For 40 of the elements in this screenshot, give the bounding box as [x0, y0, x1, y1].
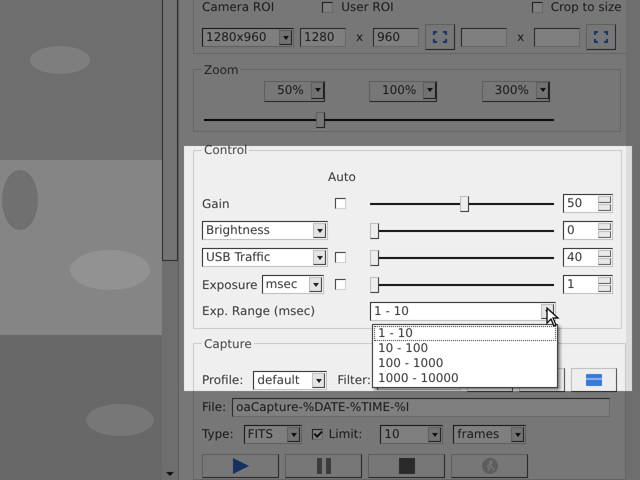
value-spinbox[interactable]: 1 — [563, 275, 613, 294]
unit-dropdown[interactable]: msec — [262, 275, 324, 294]
dropdown-option[interactable]: 10 - 100 — [374, 341, 556, 356]
profile-dropdown[interactable]: default — [253, 370, 328, 390]
dropdown-option[interactable]: 1000 - 10000 — [374, 371, 556, 386]
zoom-preset-button[interactable]: 300% — [482, 80, 550, 102]
profile-label: Profile: — [202, 373, 244, 388]
file-name-field[interactable]: oaCapture-%DATE-%TIME-%I — [232, 398, 610, 417]
dropdown-option[interactable]: 1 - 10 — [374, 326, 556, 341]
zoom-preset-button[interactable]: 100% — [369, 80, 438, 102]
limit-unit-dropdown[interactable]: frames — [453, 424, 526, 444]
type-label: Type: — [202, 427, 234, 442]
value-spinbox[interactable]: 40 — [563, 248, 613, 268]
value-spinbox[interactable]: 50 — [563, 194, 613, 214]
filter-label: Filter: — [337, 373, 371, 388]
limit-dropdown[interactable]: 10 — [380, 424, 444, 444]
group-title: Zoom — [203, 62, 240, 77]
control-dropdown[interactable]: Brightness — [202, 221, 328, 240]
user-roi-label: User ROI — [341, 0, 394, 14]
resolution-dropdown[interactable]: 1280x960 — [202, 28, 294, 46]
limit-label: Limit: — [328, 427, 362, 442]
dropdown-option[interactable]: 100 - 1000 — [374, 356, 556, 371]
control-label: Gain — [202, 196, 230, 211]
range-dropdown[interactable]: 1 - 10 — [370, 302, 556, 321]
type-dropdown[interactable]: FITS — [244, 424, 302, 444]
width-field[interactable]: 1280 — [300, 28, 346, 46]
group-title: Control — [203, 143, 248, 158]
camera-roi-label: Camera ROI — [202, 0, 274, 14]
group-title: Capture — [203, 336, 253, 351]
file-label: File: — [202, 400, 226, 414]
control-dropdown[interactable]: USB Traffic — [202, 248, 328, 268]
crop-label: Crop to size — [550, 0, 622, 14]
times-label: x — [517, 30, 524, 44]
times-label: x — [356, 30, 364, 44]
value-spinbox[interactable]: 0 — [563, 221, 613, 240]
range-label: Exp. Range (msec) — [202, 304, 316, 318]
height-field[interactable]: 960 — [373, 28, 420, 46]
zoom-preset-button[interactable]: 50% — [264, 80, 325, 102]
auto-label: Auto — [328, 170, 357, 186]
control-label: Exposure — [202, 278, 258, 292]
